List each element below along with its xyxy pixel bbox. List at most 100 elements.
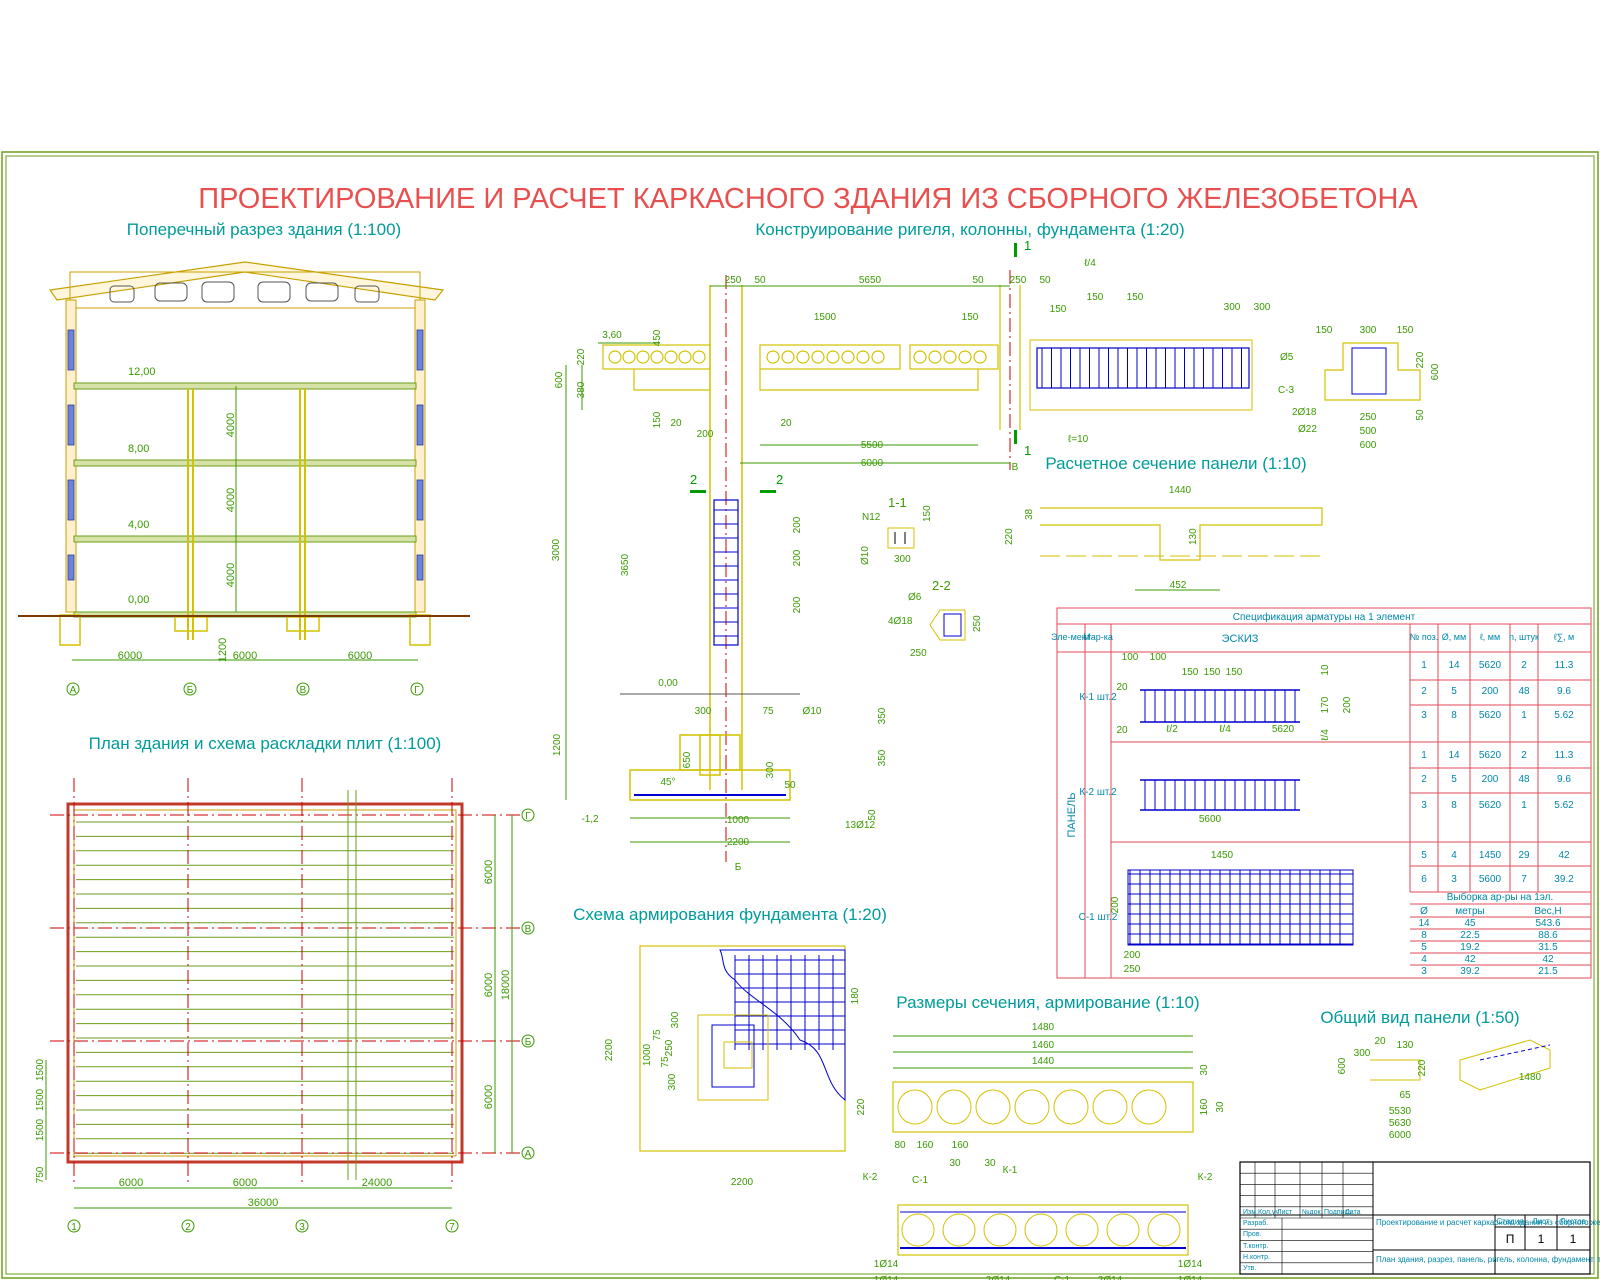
- label: 9.6: [1557, 774, 1571, 785]
- svg-text:6000: 6000: [483, 1085, 495, 1109]
- label: 500: [1360, 426, 1377, 437]
- label: Разраб.: [1243, 1219, 1268, 1227]
- spec-rows: 1 14 5620 2 11.32 5 200 48 9.63 8 5620 1 5.621 14 5620…: [1421, 660, 1574, 885]
- label: 4: [1421, 954, 1427, 965]
- label: Пров.: [1243, 1231, 1262, 1238]
- label: 0,00: [658, 678, 678, 689]
- svg-text:8,00: 8,00: [128, 443, 149, 455]
- label: 2: [1421, 686, 1427, 697]
- label: 250: [1360, 412, 1377, 423]
- label: 600: [1430, 363, 1441, 380]
- label: 3: [1421, 800, 1427, 811]
- label: 1480: [1032, 1022, 1055, 1033]
- label: 1450: [1479, 850, 1502, 861]
- label: 160: [952, 1140, 969, 1151]
- label: 1Ø14: [874, 1259, 899, 1270]
- svg-text:ЭСКИЗ: ЭСКИЗ: [1222, 633, 1259, 645]
- label: Дата: [1345, 1209, 1361, 1216]
- label: 20: [1116, 725, 1128, 736]
- spec-selection: Выборка ар-ры на 1эл. Ø метры Вес,Н 14 45 543.…: [1410, 891, 1591, 977]
- svg-text:В: В: [300, 685, 307, 696]
- label: №док.: [1302, 1209, 1323, 1216]
- cross-section-drawing: 12,00 8,00 4,00 0,00 4000 4000 4000 1200…: [18, 261, 470, 696]
- level-marks: 12,00 8,00 4,00 0,00: [128, 366, 156, 606]
- label: 6: [1421, 874, 1427, 885]
- svg-text:452: 452: [1170, 580, 1187, 591]
- svg-text:38: 38: [1024, 508, 1035, 520]
- height-dims: 4000 4000 4000 1200: [217, 386, 237, 662]
- label: 14: [1448, 750, 1460, 761]
- spec-table: Спецификация арматуры на 1 элемент Эле-м…: [1051, 607, 1592, 979]
- svg-text:В: В: [525, 924, 532, 935]
- plan-bottom-dims: 6000 6000 24000 36000: [74, 1177, 452, 1209]
- riegel: [633, 369, 979, 391]
- panel-view-heading: Общий вид панели (1:50): [1320, 1008, 1519, 1027]
- svg-text:130: 130: [1188, 528, 1199, 545]
- label: 1480: [1519, 1072, 1542, 1083]
- label: 8: [1421, 930, 1427, 941]
- plan-drawing: 6000 6000 6000 18000 Г В Б А 1500 1500 1…: [35, 778, 535, 1233]
- label: 3000: [551, 538, 562, 561]
- label: 5620: [1479, 710, 1502, 721]
- svg-text:4000: 4000: [225, 413, 237, 437]
- label: 3,60: [602, 330, 622, 341]
- svg-text:Лист: Лист: [1532, 1217, 1550, 1226]
- label: 75: [762, 706, 774, 717]
- label: 5650: [859, 275, 882, 286]
- sketch-labels: 100 100 150 150 150 20 10 170 200 20 ℓ/4 ℓ/2 ℓ/4 5620…: [1110, 652, 1353, 975]
- plan-outline: [66, 802, 464, 1164]
- spec-sketches: [1127, 689, 1354, 946]
- svg-text:Б: Б: [525, 1037, 532, 1048]
- label: 160: [917, 1140, 934, 1151]
- svg-text:Г: Г: [525, 811, 531, 822]
- svg-text:150: 150: [922, 505, 933, 522]
- label: 30: [984, 1158, 996, 1169]
- svg-text:1200: 1200: [217, 638, 229, 662]
- label: 1000: [727, 815, 750, 826]
- label: 200: [1124, 950, 1141, 961]
- label: 45: [1464, 918, 1476, 929]
- svg-text:1: 1: [1024, 238, 1031, 253]
- svg-text:4000: 4000: [225, 563, 237, 587]
- columns: [187, 389, 306, 640]
- label: 21.5: [1538, 966, 1558, 977]
- panel-calc-section: 1440 38 220 130 452: [1004, 485, 1323, 591]
- label: 48: [1518, 686, 1530, 697]
- label: 1500: [814, 312, 837, 323]
- label: 450: [652, 329, 663, 346]
- label: 1Ø14: [1178, 1275, 1203, 1280]
- label: 3: [1421, 966, 1427, 977]
- label: 20: [1374, 1036, 1386, 1047]
- label: 5.62: [1554, 710, 1574, 721]
- label: -1,2: [581, 814, 599, 825]
- label: 200: [1342, 696, 1353, 713]
- plan-heading: План здания и схема раскладки плит (1:10…: [89, 734, 442, 753]
- label: 19.2: [1460, 942, 1480, 953]
- label: 2200: [731, 1177, 754, 1188]
- label: К-1: [1003, 1165, 1018, 1176]
- svg-text:Ø, мм: Ø, мм: [1442, 632, 1466, 642]
- label: 30: [949, 1158, 961, 1169]
- label: 250: [664, 1039, 675, 1056]
- spec-title: Спецификация арматуры на 1 элемент: [1233, 611, 1416, 623]
- label: 1200: [552, 733, 563, 756]
- svg-text:2-2: 2-2: [932, 578, 951, 593]
- label: 2Ø14: [986, 1275, 1011, 1280]
- svg-text:1500: 1500: [35, 1088, 46, 1111]
- label: 300: [1360, 325, 1377, 336]
- svg-text:6000: 6000: [233, 1177, 257, 1189]
- label: 1: [1521, 800, 1527, 811]
- riegel-cage: [1036, 347, 1250, 389]
- label: Ø10: [803, 706, 822, 717]
- label: 3: [1451, 874, 1457, 885]
- label: 350: [877, 707, 888, 724]
- label: метры: [1455, 906, 1484, 917]
- svg-text:2: 2: [776, 472, 783, 487]
- label: 300: [667, 1073, 678, 1090]
- label: 20: [1116, 682, 1128, 693]
- svg-text:4Ø18: 4Ø18: [888, 616, 913, 627]
- label: 50: [754, 275, 766, 286]
- spec-headers: Эле-мент Мар-ка ЭСКИЗ № поз. Ø, мм ℓ, мм…: [1051, 632, 1574, 645]
- label: Б: [735, 862, 742, 873]
- slabs-right: [759, 344, 999, 370]
